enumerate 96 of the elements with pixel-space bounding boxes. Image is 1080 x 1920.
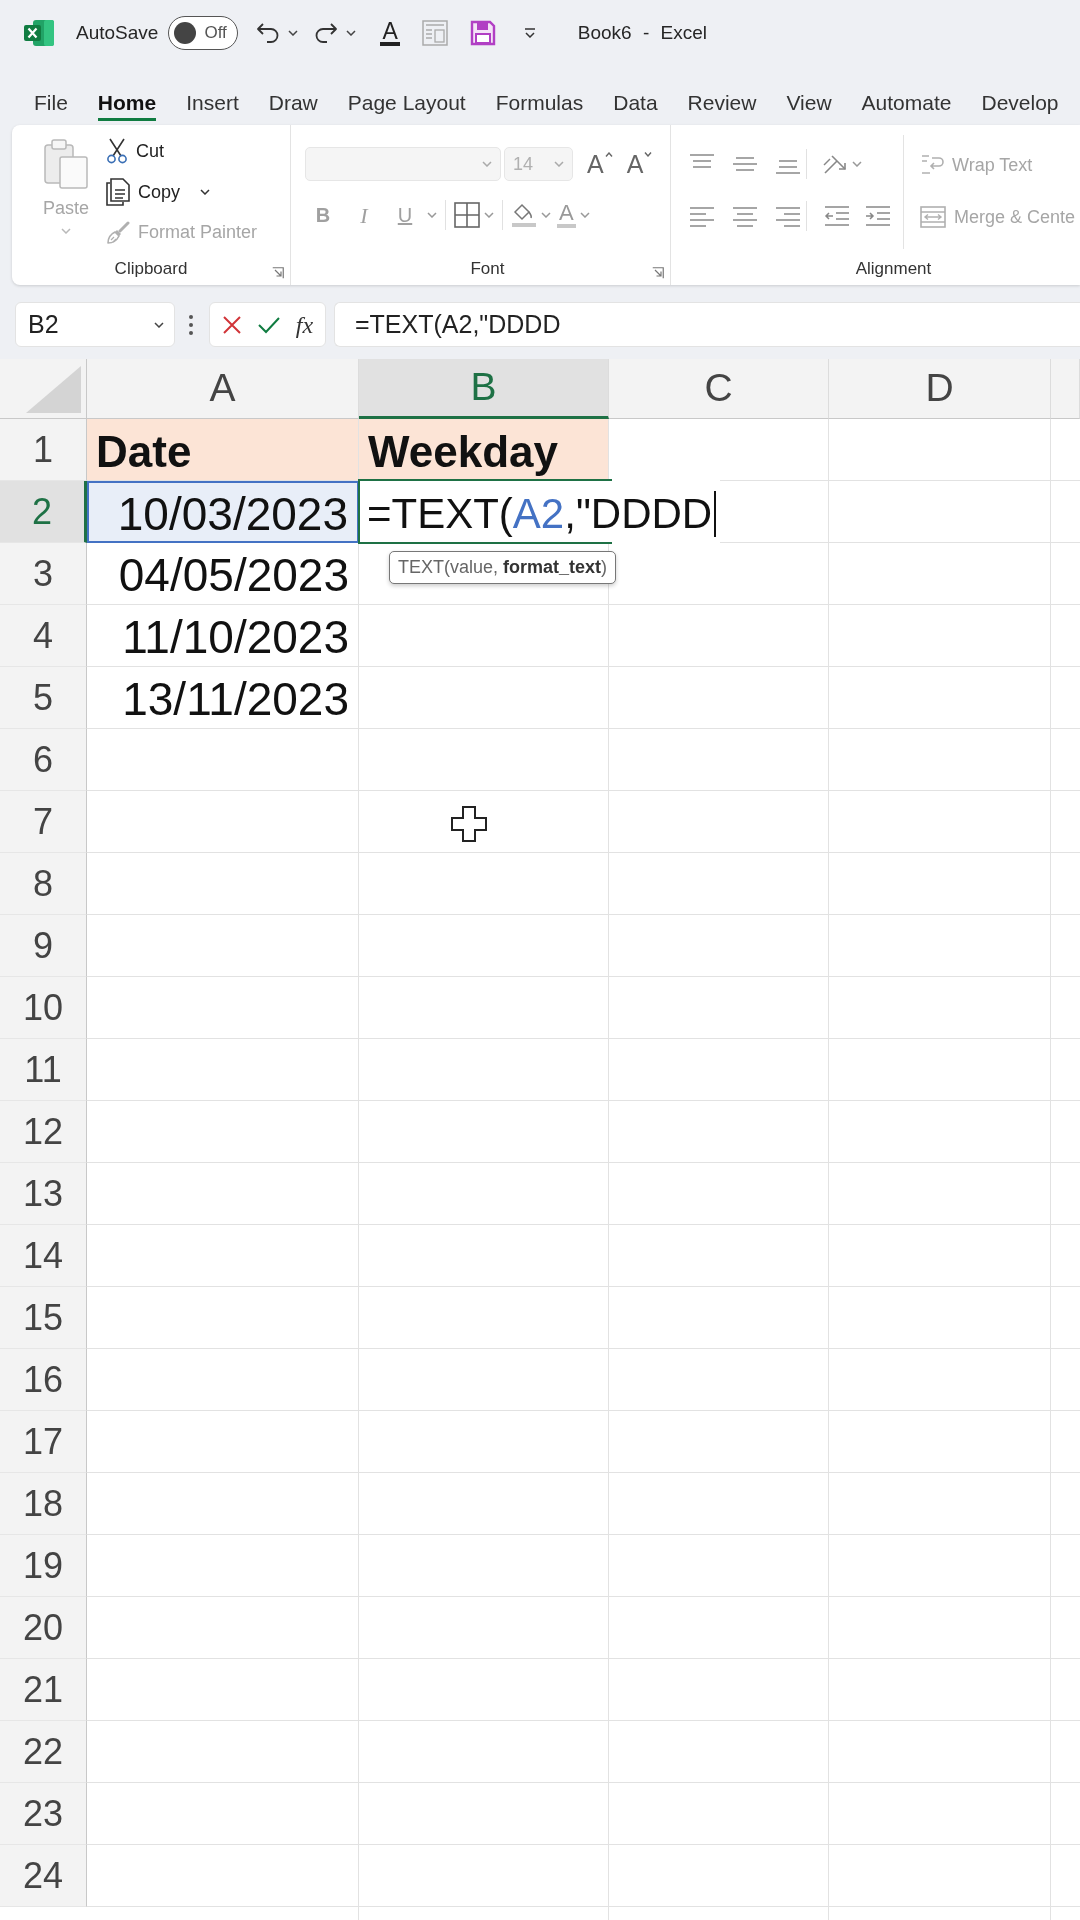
grow-font-button[interactable]: A	[587, 151, 613, 177]
enter-check-icon[interactable]	[257, 315, 280, 334]
table-cell: 11/10/2023	[87, 605, 359, 667]
row-header[interactable]: 7	[0, 791, 87, 853]
align-left-icon[interactable]	[689, 205, 715, 227]
row-header[interactable]: 15	[0, 1287, 87, 1349]
row-header[interactable]: 11	[0, 1039, 87, 1101]
active-cell[interactable]: =TEXT(A2,"DDDD	[358, 479, 721, 544]
document-title: Book6 - Excel	[577, 20, 707, 45]
paintbrush-icon	[106, 220, 130, 245]
caret-down-icon	[644, 151, 653, 157]
row-header[interactable]: 5	[0, 667, 87, 729]
autosave-label: AutoSave	[76, 20, 159, 45]
group-label: Clipboard	[114, 258, 188, 281]
insert-function-button[interactable]: fx	[295, 306, 314, 343]
row-header[interactable]: 22	[0, 1721, 87, 1783]
copy-button[interactable]: Copy	[106, 171, 258, 213]
row-header[interactable]: 9	[0, 915, 87, 977]
scissors-icon	[106, 138, 128, 165]
caret-up-icon	[604, 151, 613, 157]
select-all-button[interactable]	[0, 359, 87, 419]
row-header[interactable]: 3	[0, 543, 87, 605]
column-header[interactable]: A	[87, 359, 359, 419]
ribbon-tab[interactable]: Formulas	[480, 82, 599, 121]
copy-icon	[106, 178, 130, 206]
name-box[interactable]: B2	[15, 302, 175, 347]
row-header[interactable]: 14	[0, 1225, 87, 1287]
fill-color-icon[interactable]	[511, 202, 537, 228]
text-cursor-icon	[714, 490, 717, 537]
ribbon-tab[interactable]: Data	[598, 82, 673, 121]
row-header[interactable]: 20	[0, 1597, 87, 1659]
font-color-button[interactable]: A	[380, 20, 400, 46]
row-header[interactable]: 23	[0, 1783, 87, 1845]
shrink-font-button[interactable]: A	[626, 151, 653, 177]
cross-pointer-icon	[451, 806, 487, 842]
table-cell: Weekday	[359, 419, 609, 481]
ribbon-tab[interactable]: File	[19, 82, 83, 121]
cancel-icon[interactable]	[221, 314, 242, 335]
toggle-knob-icon	[174, 22, 197, 44]
align-center-icon[interactable]	[732, 205, 758, 227]
row-header[interactable]: 24	[0, 1845, 87, 1907]
row-header[interactable]: 18	[0, 1473, 87, 1535]
merge-cells-icon	[920, 205, 946, 229]
dialog-launcher-icon[interactable]	[272, 267, 284, 279]
column-header[interactable]: D	[829, 359, 1051, 419]
corner-triangle-icon	[26, 366, 81, 413]
row-header[interactable]: 8	[0, 853, 87, 915]
spreadsheet-logo-icon[interactable]	[24, 19, 54, 47]
table-cell: 13/11/2023	[87, 667, 359, 729]
caret-icon[interactable]	[200, 189, 211, 195]
group-label: Font	[470, 258, 505, 281]
customize-dropdown-icon[interactable]	[523, 28, 536, 38]
more-options-icon[interactable]	[188, 313, 194, 336]
dialog-launcher-icon[interactable]	[652, 267, 664, 279]
cut-button[interactable]: Cut	[106, 131, 258, 172]
ribbon-tab[interactable]: Automate	[846, 82, 967, 121]
decrease-indent-icon[interactable]	[824, 205, 850, 227]
redo-icon[interactable]	[314, 22, 339, 44]
increase-indent-icon[interactable]	[865, 205, 891, 227]
row-header[interactable]: 4	[0, 605, 87, 667]
ribbon-tab[interactable]: Insert	[171, 82, 254, 121]
ribbon-tab[interactable]: Develop	[966, 82, 1074, 121]
undo-icon[interactable]	[256, 22, 281, 44]
ribbon-tab[interactable]: Draw	[253, 82, 333, 121]
borders-icon[interactable]	[454, 202, 480, 228]
column-header[interactable]: C	[609, 359, 829, 419]
table-cell: 10/03/2023	[87, 481, 359, 543]
save-icon[interactable]	[469, 20, 496, 46]
ribbon-tab[interactable]: Review	[672, 82, 772, 121]
caret-icon[interactable]	[346, 30, 357, 36]
clipboard-icon	[44, 139, 88, 189]
text-angle-icon[interactable]	[822, 153, 848, 175]
table-cell: 04/05/2023	[87, 543, 359, 605]
form-icon[interactable]	[421, 20, 448, 46]
ribbon-tab[interactable]: View	[771, 82, 847, 121]
row-header[interactable]: 12	[0, 1101, 87, 1163]
ribbon-tab[interactable]: Page Layout	[332, 82, 481, 121]
column-header[interactable]: B	[359, 359, 609, 419]
table-cell: Date	[87, 419, 359, 481]
row-header[interactable]: 16	[0, 1349, 87, 1411]
row-header[interactable]: 19	[0, 1535, 87, 1597]
function-tooltip: TEXT(value, format_text)	[389, 551, 617, 584]
row-header[interactable]: 2	[0, 481, 87, 543]
group-label: Alignment	[855, 258, 932, 281]
caret-icon[interactable]	[154, 321, 164, 328]
row-header[interactable]: 10	[0, 977, 87, 1039]
row-header[interactable]: 1	[0, 419, 87, 481]
formula-input[interactable]: =TEXT(A2,"DDDD	[334, 302, 1080, 347]
row-header[interactable]: 21	[0, 1659, 87, 1721]
row-header[interactable]: 17	[0, 1411, 87, 1473]
autosave-toggle[interactable]: Off	[168, 16, 239, 50]
caret-icon[interactable]	[288, 30, 299, 36]
wrap-text-icon	[920, 153, 944, 177]
row-header[interactable]: 13	[0, 1163, 87, 1225]
align-right-icon[interactable]	[775, 205, 801, 227]
row-header[interactable]: 6	[0, 729, 87, 791]
